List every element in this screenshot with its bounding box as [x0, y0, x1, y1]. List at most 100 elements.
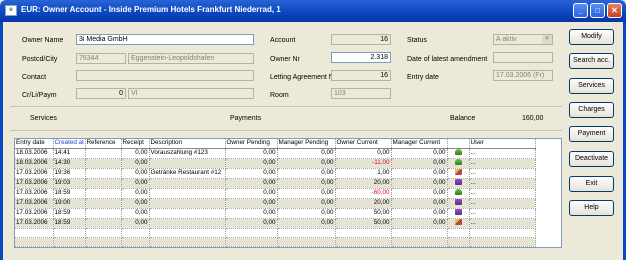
close-button[interactable]: ✕ — [607, 3, 622, 18]
table-cell: 0,00 — [391, 178, 448, 189]
search-account-button[interactable]: Search acc. — [569, 53, 614, 69]
column-header[interactable]: Owner Pending — [225, 139, 278, 149]
column-header[interactable]: Owner Current — [335, 139, 392, 149]
table-cell: 14:41 — [53, 148, 86, 159]
title-bar[interactable]: e EUR: Owner Account - Inside Premium Ho… — [0, 0, 626, 22]
table-cell — [149, 158, 226, 169]
payment-button[interactable]: Payment — [569, 126, 614, 142]
table-cell — [335, 237, 392, 247]
cr-li-paym-label: Cr/Li/Paym — [22, 92, 57, 99]
contact-label: Contact — [22, 74, 47, 81]
table-cell: 18.03.2006 — [15, 158, 54, 169]
table-cell — [85, 198, 122, 209]
column-header[interactable]: Manager Pending — [277, 139, 336, 149]
minimize-button[interactable]: _ — [573, 3, 588, 18]
table-cell: 0,00 — [121, 198, 150, 209]
services-button[interactable]: Services — [569, 78, 614, 94]
table-row[interactable]: 17.03.2006 18:59 0,00 0,00 0,00 -60,00 0,00... — [15, 188, 536, 199]
table-cell: 0,00 — [277, 178, 336, 189]
table-cell: 0,00 — [225, 198, 278, 209]
table-cell — [447, 237, 470, 247]
column-header[interactable]: Manager Current — [391, 139, 448, 149]
cr-li-paym-field[interactable]: 0 — [76, 88, 126, 99]
cr-li-paym-code-field[interactable]: VI — [128, 88, 254, 99]
table-cell — [391, 237, 448, 247]
table-cell: 0,00 — [277, 168, 336, 179]
city-field[interactable]: Eggenstein-Leopoldshafen — [128, 53, 254, 64]
help-button[interactable]: Help — [569, 200, 614, 216]
type-icon-cell — [447, 178, 470, 189]
postcode-field[interactable]: 76344 — [76, 53, 126, 64]
type-icon-cell — [447, 188, 470, 199]
room-field[interactable]: 103 — [331, 88, 391, 99]
status-select[interactable]: A aktiv ▼ — [493, 34, 553, 45]
table-cell — [447, 228, 470, 238]
table-cell: 0,00 — [391, 198, 448, 209]
table-cell: Getränke Restaurant #12 — [149, 168, 226, 179]
table-cell: 0,00 — [277, 198, 336, 209]
owner-nr-input[interactable]: 2.318 — [331, 52, 391, 63]
table-cell: 0,00 — [121, 148, 150, 159]
table-cell: 17.03.2006 — [15, 168, 54, 179]
table-cell: -60,00 — [335, 188, 392, 199]
table-cell: ... — [469, 158, 536, 169]
table-cell: 0,00 — [225, 148, 278, 159]
table-cell: ... — [469, 188, 536, 199]
table-cell: 0,00 — [225, 218, 278, 229]
postcd-city-label: Postcd/City — [22, 56, 58, 63]
column-header[interactable] — [447, 139, 470, 149]
exit-button[interactable]: Exit — [569, 176, 614, 192]
table-cell: -11,00 — [335, 158, 392, 169]
account-entries-table[interactable]: Entry date Created at Reference Receipt … — [14, 138, 562, 248]
column-header[interactable]: User — [469, 139, 536, 149]
column-header[interactable]: Entry date — [15, 139, 54, 149]
table-cell: 0,00 — [277, 158, 336, 169]
table-cell: 17.03.2006 — [15, 208, 54, 219]
modify-button[interactable]: Modify — [569, 29, 614, 45]
pencil-icon — [454, 168, 462, 175]
entry-date-field[interactable]: 17.03.2006 (Fr) — [493, 70, 553, 81]
column-header[interactable]: Description — [149, 139, 226, 149]
table-row[interactable]: 17.03.2006 19:00 0,00 0,00 0,00 20,00 0,00... — [15, 198, 536, 209]
table-cell — [85, 237, 122, 247]
table-row[interactable]: 17.03.2006 19:03 0,00 0,00 0,00 20,00 0,00... — [15, 178, 536, 189]
contact-field[interactable] — [76, 70, 254, 81]
table-cell — [149, 208, 226, 219]
column-header[interactable]: Created at — [53, 139, 86, 149]
divider — [10, 106, 562, 107]
deactivate-button[interactable]: Deactivate — [569, 151, 614, 167]
table-cell: 0,00 — [277, 188, 336, 199]
table-row[interactable]: 17.03.2006 18:59 0,00 0,00 0,00 50,00 0,00... — [15, 218, 536, 229]
empty-row — [15, 228, 536, 238]
charges-button[interactable]: Charges — [569, 102, 614, 118]
type-icon-cell — [447, 198, 470, 209]
latest-amendment-field[interactable] — [493, 52, 553, 63]
table-cell — [85, 148, 122, 159]
maximize-button[interactable]: □ — [590, 3, 605, 18]
column-header[interactable]: Receipt — [121, 139, 150, 149]
account-field[interactable]: 16 — [331, 34, 391, 45]
latest-amendment-label: Date of latest amendment — [407, 56, 488, 63]
owner-name-input[interactable]: 3i Media GmbH — [76, 34, 254, 45]
table-cell: ... — [469, 178, 536, 189]
table-cell: 0,00 — [391, 208, 448, 219]
app-window-icon: e — [5, 5, 17, 16]
type-icon-cell — [447, 208, 470, 219]
table-row[interactable]: 17.03.2006 19:36 0,00 Getränke Restaurant #… — [15, 168, 536, 179]
table-cell — [85, 168, 122, 179]
balance-summary-label: Balance — [450, 115, 476, 122]
letting-agreement-field[interactable]: 16 — [331, 70, 391, 81]
table-row[interactable]: 17.03.2006 18:59 0,00 0,00 0,00 50,00 0,00... — [15, 208, 536, 219]
table-cell: 0,00 — [225, 208, 278, 219]
table-cell: 0,00 — [225, 178, 278, 189]
table-cell: 19:36 — [53, 168, 86, 179]
chevron-down-icon[interactable]: ▼ — [542, 35, 552, 44]
table-row[interactable]: 18.03.2006 14:30 0,00 0,00 0,00 -11,00 0,00... — [15, 158, 536, 169]
column-header[interactable]: Reference — [85, 139, 122, 149]
table-cell: 17.03.2006 — [15, 178, 54, 189]
table-cell: 14:30 — [53, 158, 86, 169]
table-cell — [121, 237, 150, 247]
table-row[interactable]: 18.03.2006 14:41 0,00 Vorauszahlung #123 0,0… — [15, 148, 536, 159]
table-cell: 0,00 — [391, 168, 448, 179]
owner-nr-label: Owner Nr — [270, 56, 300, 63]
